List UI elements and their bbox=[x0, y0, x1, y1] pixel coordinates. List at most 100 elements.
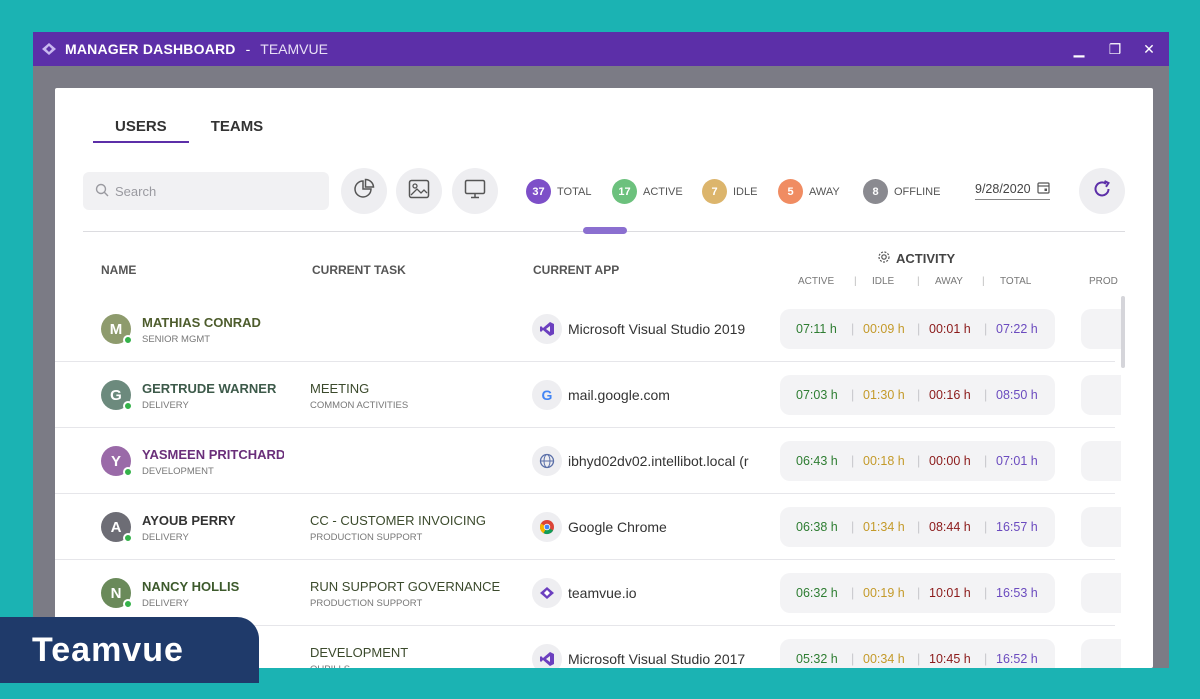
refresh-button[interactable] bbox=[1079, 168, 1125, 214]
activity-times: 06:32 h | 00:19 h | 10:01 h | 16:53 h bbox=[780, 573, 1055, 613]
screenshot-button[interactable] bbox=[396, 168, 442, 214]
avatar[interactable]: N bbox=[101, 578, 133, 609]
time-separator: | bbox=[917, 520, 921, 534]
table-scrollbar[interactable] bbox=[1121, 296, 1125, 368]
stat-offline-count: 8 bbox=[863, 179, 888, 204]
total-time: 07:01 h bbox=[996, 454, 1038, 468]
table-row[interactable]: G GERTRUDE WARNER DELIVERY MEETING COMMO… bbox=[55, 362, 1121, 428]
active-time: 05:32 h bbox=[796, 652, 838, 666]
stat-idle-label: IDLE bbox=[733, 185, 758, 198]
avatar[interactable]: M bbox=[101, 314, 133, 345]
subheader-total[interactable]: TOTAL bbox=[982, 276, 1031, 287]
activity-times: 07:11 h | 00:09 h | 00:01 h | 07:22 h bbox=[780, 309, 1055, 349]
table-row[interactable]: Y YASMEEN PRITCHARD DEVELOPMENT ibhyd02d… bbox=[55, 428, 1121, 494]
user-name[interactable]: GERTRUDE WARNER bbox=[142, 381, 284, 396]
teamvue-logo-icon bbox=[41, 41, 57, 57]
maximize-button[interactable]: ❐ bbox=[1097, 32, 1133, 66]
stat-idle-count: 7 bbox=[702, 179, 727, 204]
time-separator: | bbox=[917, 454, 921, 468]
table-row[interactable]: A AYOUB PERRY DELIVERY CC - CUSTOMER INV… bbox=[55, 494, 1121, 560]
user-name[interactable]: NANCY HOLLIS bbox=[142, 579, 284, 594]
search-input[interactable]: Search bbox=[83, 172, 329, 210]
stat-away-label: AWAY bbox=[809, 185, 840, 198]
current-task: MEETING bbox=[310, 381, 370, 396]
stat-away-count: 5 bbox=[778, 179, 803, 204]
tab-teams[interactable]: TEAMS bbox=[189, 108, 286, 143]
table-header: NAME CURRENT TASK CURRENT APP ACTIVITY A… bbox=[55, 248, 1153, 288]
date-value: 9/28/2020 bbox=[975, 182, 1031, 196]
table-row[interactable]: M MATHIAS CONRAD SENIOR MGMT Microsoft V… bbox=[55, 296, 1121, 362]
online-status-dot bbox=[123, 401, 133, 411]
current-task-category: PRODUCTION SUPPORT bbox=[310, 532, 423, 543]
idle-time: 00:34 h bbox=[863, 652, 905, 666]
current-app: Microsoft Visual Studio 2017 bbox=[568, 651, 746, 667]
current-app: teamvue.io bbox=[568, 585, 637, 601]
subheader-away[interactable]: AWAY bbox=[917, 276, 963, 287]
active-time: 06:38 h bbox=[796, 520, 838, 534]
header-name[interactable]: NAME bbox=[101, 263, 136, 277]
activity-times: 07:03 h | 01:30 h | 00:16 h | 08:50 h bbox=[780, 375, 1055, 415]
pie-chart-icon bbox=[353, 178, 375, 205]
brand-banner: Teamvue bbox=[0, 617, 259, 683]
productivity-cell bbox=[1081, 639, 1121, 668]
date-picker[interactable]: 9/28/2020 bbox=[975, 181, 1050, 200]
stat-offline[interactable]: 8 OFFLINE bbox=[863, 179, 940, 204]
user-department: DELIVERY bbox=[142, 532, 189, 543]
title-bar: MANAGER DASHBOARD - TEAMVUE ▁ ❐ ✕ bbox=[33, 32, 1169, 66]
online-status-dot bbox=[123, 335, 133, 345]
window-subtitle: TEAMVUE bbox=[260, 41, 328, 57]
minimize-button[interactable]: ▁ bbox=[1061, 32, 1097, 66]
stat-total-count: 37 bbox=[526, 179, 551, 204]
time-separator: | bbox=[984, 454, 988, 468]
productivity-cell bbox=[1081, 375, 1121, 415]
subheader-idle[interactable]: IDLE bbox=[854, 276, 894, 287]
current-task: RUN SUPPORT GOVERNANCE bbox=[310, 579, 501, 594]
stat-idle[interactable]: 7 IDLE bbox=[702, 179, 757, 204]
active-time: 06:32 h bbox=[796, 586, 838, 600]
dashboard-panel: USERS TEAMS Search 37 TOTAL 17 ACTIVE 7 … bbox=[55, 88, 1153, 668]
activity-times: 06:38 h | 01:34 h | 08:44 h | 16:57 h bbox=[780, 507, 1055, 547]
stat-total[interactable]: 37 TOTAL bbox=[526, 179, 591, 204]
settings-gear-icon[interactable] bbox=[877, 250, 891, 267]
user-name[interactable]: YASMEEN PRITCHARD bbox=[142, 447, 284, 462]
idle-time: 00:09 h bbox=[863, 322, 905, 336]
current-task-category: PRODUCTION SUPPORT bbox=[310, 598, 423, 609]
vs-app-icon bbox=[532, 314, 562, 344]
online-status-dot bbox=[123, 467, 133, 477]
close-button[interactable]: ✕ bbox=[1131, 32, 1167, 66]
away-time: 00:00 h bbox=[929, 454, 971, 468]
time-separator: | bbox=[984, 586, 988, 600]
online-status-dot bbox=[123, 533, 133, 543]
monitor-button[interactable] bbox=[452, 168, 498, 214]
active-time: 07:11 h bbox=[796, 322, 837, 336]
tab-users[interactable]: USERS bbox=[93, 108, 189, 143]
header-current-task[interactable]: CURRENT TASK bbox=[312, 263, 406, 277]
avatar-initial: M bbox=[109, 320, 123, 338]
activity-times: 05:32 h | 00:34 h | 10:45 h | 16:52 h bbox=[780, 639, 1055, 668]
avatar[interactable]: Y bbox=[101, 446, 133, 477]
productivity-cell bbox=[1081, 573, 1121, 613]
stat-offline-label: OFFLINE bbox=[894, 185, 941, 198]
globe-app-icon bbox=[532, 446, 562, 476]
avatar[interactable]: A bbox=[101, 512, 133, 543]
brand-label: Teamvue bbox=[32, 630, 184, 669]
time-separator: | bbox=[851, 322, 855, 336]
time-separator: | bbox=[917, 586, 921, 600]
user-name[interactable]: MATHIAS CONRAD bbox=[142, 315, 284, 330]
avatar[interactable]: G bbox=[101, 380, 133, 411]
productivity-cell bbox=[1081, 309, 1121, 349]
header-current-app[interactable]: CURRENT APP bbox=[533, 263, 619, 277]
search-placeholder: Search bbox=[115, 183, 157, 199]
stat-active[interactable]: 17 ACTIVE bbox=[612, 179, 683, 204]
time-separator: | bbox=[851, 454, 855, 468]
subheader-prod[interactable]: PROD bbox=[1089, 276, 1118, 287]
away-time: 08:44 h bbox=[929, 520, 971, 534]
subheader-active[interactable]: ACTIVE bbox=[798, 276, 834, 287]
pie-chart-button[interactable] bbox=[341, 168, 387, 214]
time-separator: | bbox=[851, 586, 855, 600]
user-name[interactable]: AYOUB PERRY bbox=[142, 513, 284, 528]
activity-header[interactable]: ACTIVITY bbox=[877, 250, 955, 267]
user-department: DELIVERY bbox=[142, 598, 189, 609]
collapse-handle[interactable] bbox=[583, 227, 627, 234]
stat-away[interactable]: 5 AWAY bbox=[778, 179, 840, 204]
